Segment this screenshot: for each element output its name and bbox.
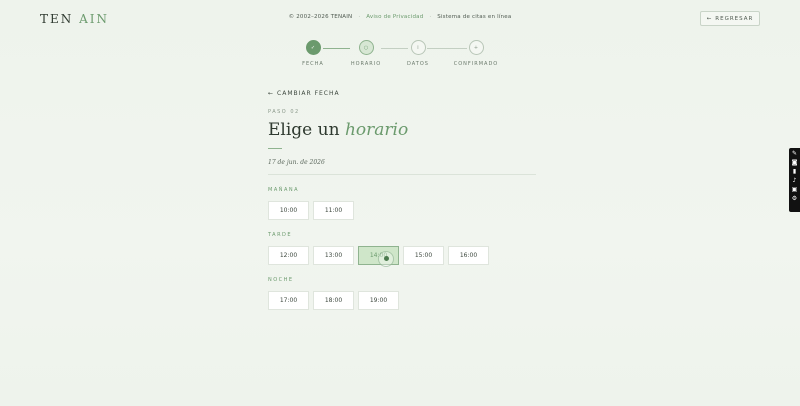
time-slot-selected[interactable]: 14:00 [358, 246, 399, 267]
step-fecha[interactable]: ✓ FECHA [283, 40, 343, 67]
video-icon[interactable]: ▮ [791, 168, 798, 175]
step-datos: i DATOS [388, 40, 448, 67]
change-date-link[interactable]: ← CAMBIAR FECHA [268, 90, 536, 97]
time-slot[interactable]: 19:00 [358, 291, 399, 310]
header-info: © 2002–2026 TENAIN · Aviso de Privacidad… [0, 14, 800, 20]
back-button[interactable]: ← REGRESAR [700, 11, 760, 26]
step-label: HORARIO [350, 61, 382, 67]
period-label-tarde: TARDE [268, 232, 293, 238]
privacy-link[interactable]: Aviso de Privacidad [366, 14, 423, 20]
camera-icon[interactable]: ◙ [791, 159, 798, 166]
copyright-text: © 2002–2026 TENAIN [288, 14, 353, 20]
plus-icon: + [468, 40, 484, 55]
step-label: CONFIRMADO [453, 61, 499, 67]
window-icon[interactable]: ▣ [791, 186, 798, 193]
arrow-left-icon: ← [268, 90, 275, 97]
slots-noche: 17:00 18:00 19:00 [268, 291, 536, 310]
settings-icon[interactable]: ⚙ [791, 195, 798, 202]
step-tag: PASO 02 [268, 109, 300, 115]
title-divider [268, 148, 282, 149]
separator-dot: · [429, 14, 432, 20]
step-label: FECHA [302, 61, 324, 67]
info-icon: i [410, 40, 426, 55]
title-emphasis: horario [344, 120, 409, 140]
time-slot[interactable]: 13:00 [313, 246, 354, 265]
step-confirmado: + CONFIRMADO [446, 40, 506, 67]
separator-dot: · [358, 14, 361, 20]
time-selection-panel: ← CAMBIAR FECHA PASO 02 Elige un horario… [268, 90, 536, 310]
time-slot[interactable]: 10:00 [268, 201, 309, 220]
time-slot[interactable]: 17:00 [268, 291, 309, 310]
step-horario: ○ HORARIO [336, 40, 396, 67]
back-button-label: REGRESAR [715, 15, 754, 22]
side-toolbar: ✎ ◙ ▮ ♪ ▣ ⚙ [789, 148, 800, 212]
title-plain: Elige un [268, 120, 340, 140]
time-slot[interactable]: 12:00 [268, 246, 309, 265]
time-slot[interactable]: 15:00 [403, 246, 444, 265]
circle-icon: ○ [358, 40, 374, 55]
period-label-manana: MAÑANA [268, 187, 300, 193]
edit-icon[interactable]: ✎ [791, 150, 798, 157]
microphone-icon[interactable]: ♪ [791, 177, 798, 184]
time-slot[interactable]: 11:00 [313, 201, 354, 220]
change-date-label: CAMBIAR FECHA [277, 90, 340, 97]
slots-tarde: 12:00 13:00 14:00 15:00 16:00 [268, 246, 536, 267]
booking-stepper: ✓ FECHA ○ HORARIO i DATOS + CONFIRMADO [0, 40, 800, 70]
step-label: DATOS [407, 61, 429, 67]
time-slot[interactable]: 18:00 [313, 291, 354, 310]
slots-manana: 10:00 11:00 [268, 201, 536, 220]
arrow-left-icon: ← [706, 15, 713, 22]
cursor-dot [384, 256, 389, 261]
period-label-noche: NOCHE [268, 277, 294, 283]
page-title: Elige un horario [268, 120, 536, 140]
check-icon: ✓ [305, 40, 321, 55]
system-text: Sistema de citas en línea [437, 14, 512, 20]
time-slot[interactable]: 16:00 [448, 246, 489, 265]
selected-date: 17 de jun. de 2026 [268, 159, 536, 175]
